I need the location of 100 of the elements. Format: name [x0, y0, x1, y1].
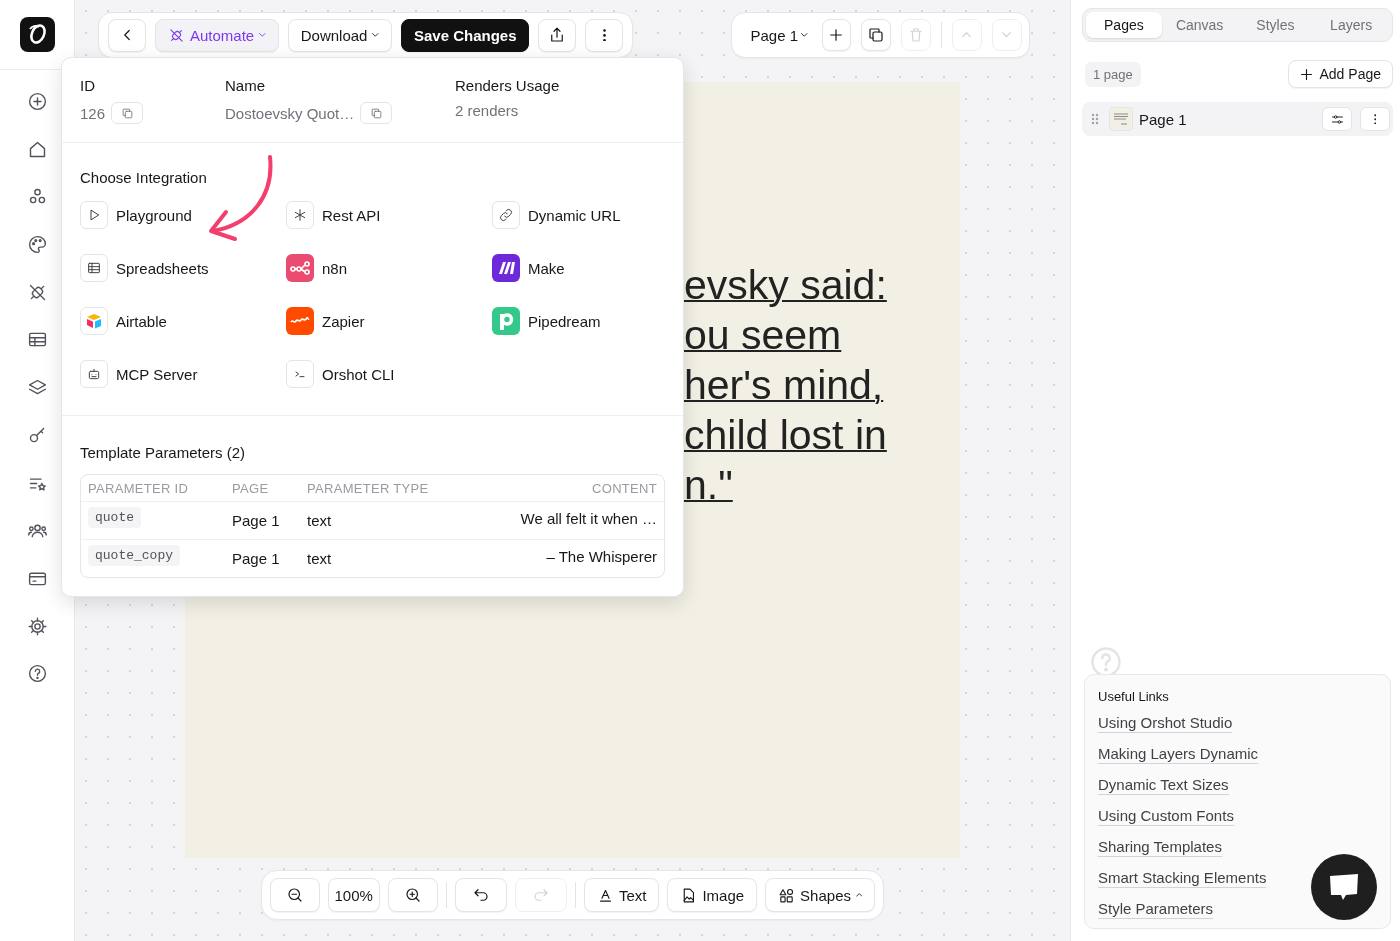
panel-tab[interactable]: Styles: [1237, 12, 1314, 38]
help-icon[interactable]: [26, 663, 48, 685]
integration-option[interactable]: Airtable: [80, 307, 167, 335]
slanted-bars-icon: [492, 254, 520, 282]
quote-line: n.": [684, 461, 733, 510]
field-label: ID: [80, 77, 96, 94]
quote-line: ou seem: [684, 311, 842, 360]
zoom-in-icon: [403, 886, 422, 904]
table-cell-text: Page 1: [232, 512, 281, 529]
menu-button[interactable]: Download: [287, 18, 392, 52]
tool-button[interactable]: Image: [667, 878, 758, 912]
integration-option[interactable]: Spreadsheets: [80, 254, 209, 282]
panel-tab[interactable]: Layers: [1313, 12, 1389, 38]
save-button[interactable]: Save Changes: [400, 18, 530, 52]
palette-icon[interactable]: [26, 234, 48, 256]
help-link[interactable]: Style Parameters: [1098, 900, 1214, 919]
field-value: Dostoevsky Quot…: [225, 104, 355, 122]
table-cell: We all felt it when …: [520, 509, 657, 527]
table-cell-text: text: [307, 550, 333, 567]
node-graph-icon: [286, 254, 314, 282]
help-link[interactable]: Using Orshot Studio: [1098, 714, 1233, 733]
help-link[interactable]: Making Layers Dynamic: [1098, 745, 1259, 764]
column-header: CONTENT: [592, 480, 657, 496]
copy-icon: [867, 26, 886, 44]
shapes-icon: [778, 886, 796, 904]
quote-line: child lost in: [684, 411, 887, 460]
plus-button[interactable]: [821, 19, 852, 51]
more-icon: [1373, 113, 1377, 125]
robot-icon: [80, 360, 108, 388]
integration-option[interactable]: Rest API: [286, 201, 381, 229]
chevron-up-icon: [856, 893, 863, 897]
page-count-badge: 1 page: [1085, 61, 1141, 87]
integration-option[interactable]: Pipedream: [492, 307, 601, 335]
panel-tab[interactable]: Canvas: [1161, 12, 1238, 38]
integration-option[interactable]: Orshot CLI: [286, 360, 395, 388]
integration-option[interactable]: Playground: [80, 201, 192, 229]
column-header: PARAMETER TYPE: [307, 480, 430, 496]
field-label: Renders Usage: [455, 77, 561, 94]
page-list-item[interactable]: Page 1: [1082, 102, 1393, 136]
table-cell: – The Whisperer: [546, 547, 657, 565]
tool-button[interactable]: Text: [583, 878, 660, 912]
menu-button[interactable]: Automate: [155, 18, 279, 52]
zoom-out-icon: [285, 886, 304, 904]
logo-icon[interactable]: [19, 17, 55, 52]
share-button[interactable]: [538, 18, 577, 52]
quote-line: evsky said:: [684, 261, 887, 310]
tool-button[interactable]: Shapes: [765, 878, 876, 912]
help-link[interactable]: Sharing Templates: [1098, 838, 1222, 857]
chevron-down-icon: [1002, 32, 1012, 38]
chevron-down-icon: [801, 33, 808, 37]
integration-option[interactable]: n8n: [286, 254, 348, 282]
link-icon: [492, 201, 520, 229]
card-title: Useful Links: [1098, 689, 1169, 704]
plug-icon: [168, 26, 185, 44]
quote-line: her's mind,: [684, 361, 884, 410]
help-link[interactable]: Smart Stacking Elements: [1098, 869, 1267, 888]
field-value: 2 renders: [455, 102, 519, 119]
table-cell-text: text: [307, 512, 333, 529]
zapier-icon: [286, 307, 314, 335]
page-thumbnail: [1109, 107, 1133, 131]
spreadsheet-icon: [80, 254, 108, 282]
copy-icon: [120, 106, 134, 120]
terminal-icon: [286, 360, 314, 388]
integration-option[interactable]: Make: [492, 254, 565, 282]
column-header: PARAMETER ID: [88, 480, 190, 496]
undo-icon: [471, 886, 490, 904]
integration-option[interactable]: Dynamic URL: [492, 201, 621, 229]
copy-button[interactable]: [861, 19, 892, 51]
add-page-button[interactable]: Add Page: [1287, 60, 1393, 88]
column-header: PAGE: [232, 480, 270, 496]
table-cell-text: Page 1: [232, 550, 281, 567]
field-label: Name: [225, 77, 266, 94]
chevron-up-icon: [962, 32, 972, 38]
help-link[interactable]: Using Custom Fonts: [1098, 807, 1234, 826]
pipedream-icon: [492, 307, 520, 335]
chat-bubble-icon: [1328, 872, 1360, 902]
zoom-level-button[interactable]: 100%: [327, 878, 380, 912]
chevron-down-icon: [259, 33, 266, 37]
play-icon: [80, 201, 108, 229]
page-settings-button[interactable]: [1322, 107, 1352, 131]
undo-button[interactable]: [454, 878, 507, 912]
asterisk-icon: [286, 201, 314, 229]
page-name: Page 1: [1139, 110, 1188, 128]
copy-icon: [369, 106, 383, 120]
code-tag: quote: [88, 507, 141, 528]
zoom-in-button[interactable]: [387, 878, 438, 912]
section-title: Choose Integration: [80, 169, 208, 186]
help-link[interactable]: Dynamic Text Sizes: [1098, 776, 1229, 795]
plus-circle-icon[interactable]: [26, 91, 48, 112]
section-title: Template Parameters (2): [80, 444, 247, 461]
integration-option[interactable]: MCP Server: [80, 360, 198, 388]
field-value: 126: [80, 104, 106, 122]
more-icon: [603, 28, 606, 42]
chevron-down-icon: [372, 33, 379, 37]
gear-icon[interactable]: [26, 615, 48, 637]
integration-option[interactable]: Zapier: [286, 307, 365, 335]
redo-icon: [531, 886, 550, 904]
airtable-icon: [80, 307, 108, 335]
panel-tab[interactable]: Pages: [1086, 12, 1162, 38]
zoom-out-button[interactable]: [269, 878, 320, 912]
